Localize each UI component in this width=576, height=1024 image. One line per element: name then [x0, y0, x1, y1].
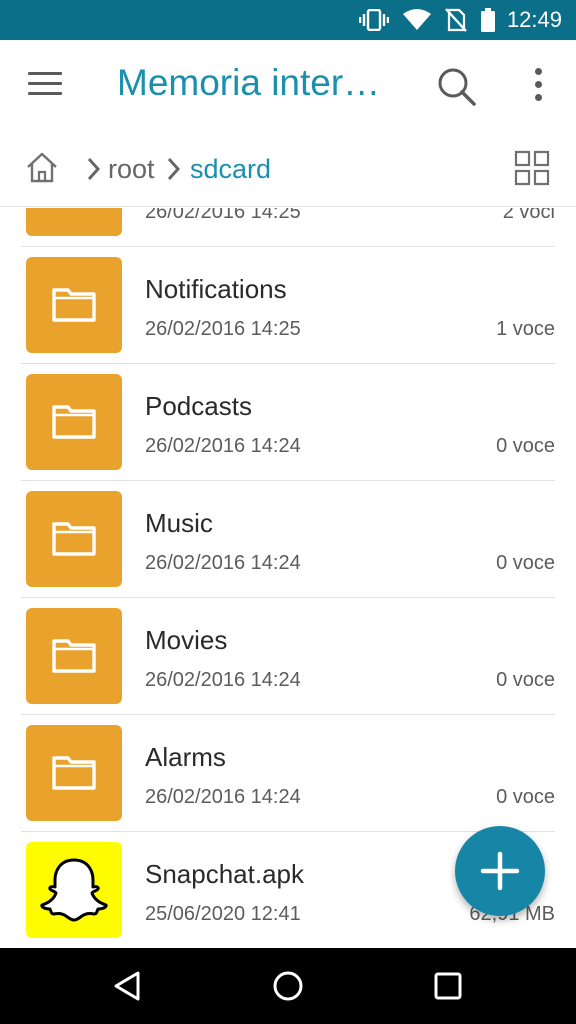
- home-icon[interactable]: [24, 149, 60, 190]
- file-date: 25/06/2020 12:41: [145, 903, 301, 925]
- breadcrumb: root sdcard: [0, 135, 576, 207]
- file-size: 0 voce: [496, 552, 555, 574]
- plus-icon: [480, 851, 520, 891]
- folder-icon: [26, 608, 122, 704]
- wifi-icon: [402, 9, 431, 31]
- breadcrumb-root[interactable]: root: [108, 154, 155, 185]
- folder-icon: [26, 208, 122, 236]
- recents-icon[interactable]: [434, 972, 462, 1005]
- file-name: Music: [145, 508, 213, 538]
- file-size: 0 voce: [496, 669, 555, 691]
- file-date: 26/02/2016 14:24: [145, 786, 301, 808]
- folder-icon: [26, 491, 122, 587]
- status-bar: 12:49: [0, 0, 576, 40]
- folder-icon: [26, 257, 122, 353]
- clock: 12:49: [506, 7, 562, 32]
- add-button[interactable]: [455, 826, 545, 916]
- list-item[interactable]: Podcasts 26/02/2016 14:24 0 voce: [0, 364, 576, 481]
- file-date: 26/02/2016 14:25: [145, 318, 301, 340]
- list-item[interactable]: Movies 26/02/2016 14:24 0 voce: [0, 598, 576, 715]
- file-name: Alarms: [145, 742, 226, 772]
- file-size: 2 voci: [502, 208, 555, 223]
- menu-icon[interactable]: [28, 72, 62, 98]
- system-nav-bar: [0, 948, 576, 1024]
- list-item[interactable]: Notifications 26/02/2016 14:25 1 voce: [0, 247, 576, 364]
- no-sim-icon: [445, 8, 467, 32]
- file-size: 0 voce: [496, 435, 555, 457]
- folder-icon: [26, 725, 122, 821]
- file-date: 26/02/2016 14:24: [145, 435, 301, 457]
- vibrate-icon: [358, 9, 389, 31]
- folder-icon: [26, 374, 122, 470]
- list-item[interactable]: Music 26/02/2016 14:24 0 voce: [0, 481, 576, 598]
- page-title: Memoria inter…: [117, 62, 381, 103]
- more-vert-icon[interactable]: [526, 68, 550, 108]
- app-bar: Memoria inter…: [0, 40, 576, 135]
- file-size: 1 voce: [496, 318, 555, 340]
- battery-icon: [480, 8, 495, 32]
- file-size: 0 voce: [496, 786, 555, 808]
- file-date: 26/02/2016 14:24: [145, 669, 301, 691]
- file-date: 26/02/2016 14:24: [145, 552, 301, 574]
- home-nav-icon[interactable]: [272, 970, 304, 1007]
- chevron-right-icon: [86, 155, 102, 188]
- list-item[interactable]: 26/02/2016 14:25 2 voci: [0, 208, 576, 247]
- back-icon[interactable]: [112, 970, 142, 1007]
- file-date: 26/02/2016 14:25: [145, 208, 301, 223]
- file-name: Podcasts: [145, 391, 252, 421]
- breadcrumb-sdcard[interactable]: sdcard: [190, 154, 271, 185]
- snapchat-ghost-icon: [26, 842, 122, 938]
- grid-view-icon[interactable]: [514, 150, 550, 191]
- list-item[interactable]: Alarms 26/02/2016 14:24 0 voce: [0, 715, 576, 832]
- file-name: Notifications: [145, 274, 287, 304]
- search-icon[interactable]: [436, 66, 478, 108]
- chevron-right-icon: [166, 155, 182, 188]
- file-name: Movies: [145, 625, 228, 655]
- file-name: Snapchat.apk: [145, 859, 305, 889]
